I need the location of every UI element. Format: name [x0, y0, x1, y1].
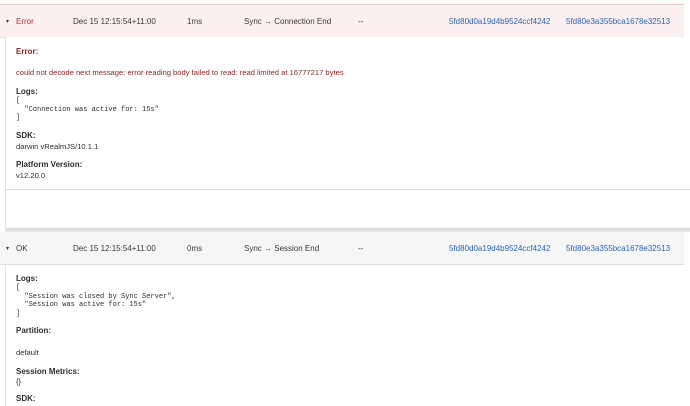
- chevron-down-icon[interactable]: ▾: [6, 18, 9, 25]
- user-id-link[interactable]: 5fd80e3a355bca1678e32513: [566, 17, 670, 26]
- logs-label: Logs:: [16, 274, 38, 283]
- log-row-error[interactable]: ▾ Error Dec 15 12:15:54+11:00 1ms Sync →…: [0, 4, 684, 38]
- request-id-link[interactable]: 5fd80d0a19d4b9524ccf4242: [449, 17, 550, 26]
- timestamp: Dec 15 12:15:54+11:00: [73, 244, 156, 253]
- error-label: Error:: [16, 47, 39, 56]
- sdk-label: SDK:: [16, 394, 36, 403]
- platform-version-value: v12.20.0: [16, 171, 46, 180]
- duration: 0ms: [187, 244, 203, 253]
- user-id-link[interactable]: 5fd80e3a355bca1678e32513: [566, 244, 670, 253]
- log-details-error: Error: could not decode next message: er…: [6, 37, 690, 189]
- sdk-value: darwin vRealmJS/10.1.1: [16, 142, 99, 151]
- log-details-ok: Logs: [ "Session was closed by Sync Serv…: [6, 265, 690, 406]
- session-metrics-value: {}: [16, 377, 22, 386]
- spacer: [6, 190, 690, 228]
- logs-content: [ "Connection was active for: 15s" ]: [16, 97, 159, 122]
- status-label: Error: [16, 17, 34, 26]
- logs-label: Logs:: [16, 87, 38, 96]
- event-type: Sync → Session End: [244, 244, 320, 253]
- extra-value: --: [358, 17, 364, 26]
- chevron-down-icon[interactable]: ▾: [6, 245, 9, 252]
- error-message: could not decode next message: error rea…: [16, 68, 344, 77]
- extra-value: --: [358, 244, 364, 253]
- partition-value: default: [16, 348, 39, 357]
- event-type: Sync → Connection End: [244, 17, 332, 26]
- status-label: OK: [16, 244, 28, 253]
- duration: 1ms: [187, 17, 203, 26]
- partition-label: Partition:: [16, 326, 52, 335]
- session-metrics-label: Session Metrics:: [16, 367, 80, 376]
- log-row-ok[interactable]: ▾ OK Dec 15 12:15:54+11:00 0ms Sync → Se…: [0, 232, 684, 265]
- platform-version-label: Platform Version:: [16, 160, 83, 169]
- timestamp: Dec 15 12:15:54+11:00: [73, 17, 156, 26]
- logs-content: [ "Session was closed by Sync Server", "…: [16, 284, 176, 318]
- sdk-label: SDK:: [16, 131, 36, 140]
- request-id-link[interactable]: 5fd80d0a19d4b9524ccf4242: [449, 244, 550, 253]
